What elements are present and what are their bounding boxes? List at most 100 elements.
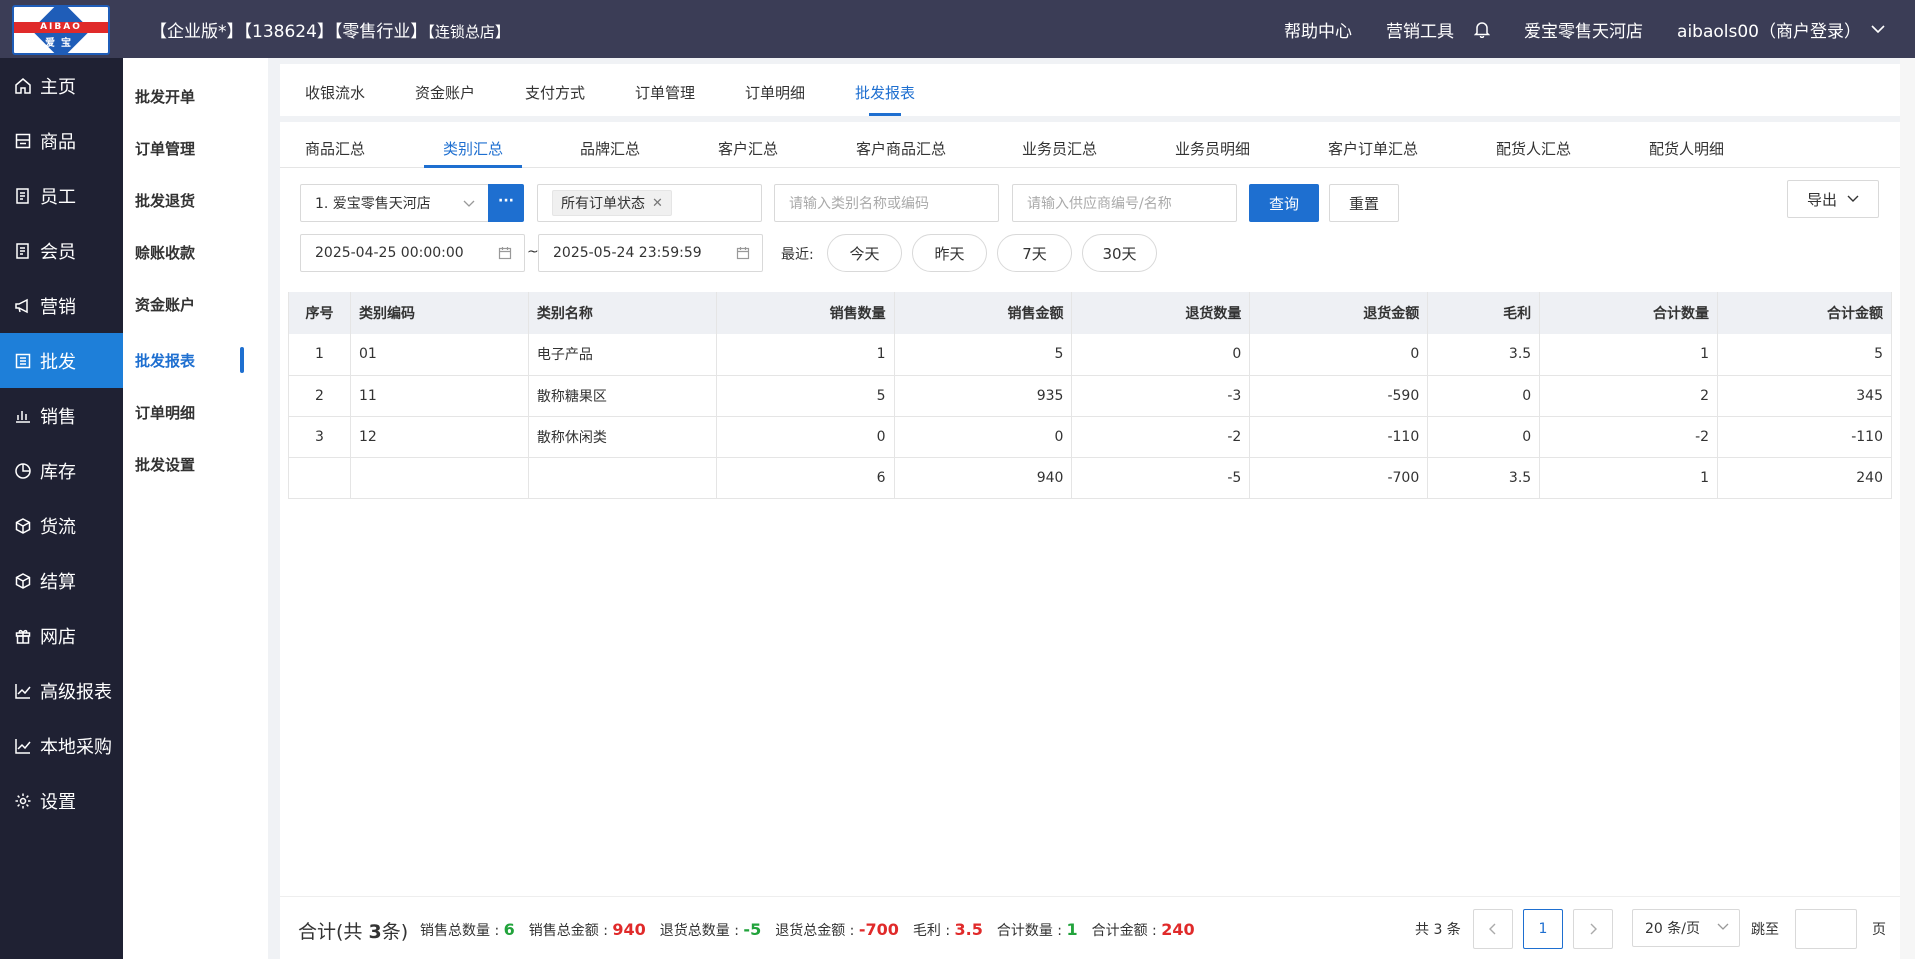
quick-yesterday-button[interactable]: 昨天	[912, 234, 987, 272]
page-size-select[interactable]: 20 条/页	[1632, 909, 1740, 947]
subnav-item-wholesale-return[interactable]: 批发退货	[135, 190, 195, 211]
cell-return-amount: -700	[1249, 457, 1429, 499]
nav-item-settings[interactable]: 设置	[0, 773, 123, 828]
nav-item-member[interactable]: 会员	[0, 223, 123, 278]
order-status-select[interactable]: 所有订单状态 ✕	[537, 184, 762, 222]
subnav-item-fund-account[interactable]: 资金账户	[135, 294, 195, 315]
table-row[interactable]: 2 11 散称糖果区 5 935 -3 -590 0 2 345	[288, 375, 1892, 417]
subnav-item-wholesale-settings[interactable]: 批发设置	[135, 454, 195, 475]
cell-total-amount: 240	[1717, 457, 1892, 499]
nav-item-product[interactable]: 商品	[0, 113, 123, 168]
nav-item-settlement[interactable]: 结算	[0, 553, 123, 608]
tab-fund-account[interactable]: 资金账户	[415, 82, 475, 103]
nav-item-logistics[interactable]: 货流	[0, 498, 123, 553]
pager-next-button[interactable]	[1573, 909, 1613, 949]
cell-category-name: 散称休闲类	[528, 416, 717, 458]
nav-item-wholesale[interactable]: 批发	[0, 333, 123, 388]
nav-item-label: 网店	[40, 626, 76, 648]
store-select-value: 1. 爱宝零售天河店	[315, 196, 431, 212]
summary-value: -5	[743, 920, 762, 939]
pager-prev-button[interactable]	[1473, 909, 1513, 949]
help-center-link[interactable]: 帮助中心	[1284, 17, 1352, 42]
nav-item-staff[interactable]: 员工	[0, 168, 123, 223]
category-search-placeholder: 请输入类别名称或编码	[789, 196, 929, 212]
cell-index: 2	[288, 375, 351, 417]
tab-salesman-detail[interactable]: 业务员明细	[1175, 138, 1250, 159]
cell-return-amount: -590	[1249, 375, 1429, 417]
tab-order-manage[interactable]: 订单管理	[635, 82, 695, 103]
end-date-input[interactable]: 2025-05-24 23:59:59	[538, 234, 763, 272]
export-button[interactable]: 导出	[1787, 180, 1879, 218]
tab-cash-flow[interactable]: 收银流水	[305, 82, 365, 103]
cell-sales-amount: 940	[894, 457, 1073, 499]
store-picker-button[interactable]: ···	[488, 184, 524, 222]
status-tag-label: 所有订单状态	[561, 196, 645, 212]
tab-customer-summary[interactable]: 客户汇总	[718, 138, 778, 159]
staff-icon	[14, 187, 32, 205]
tab-wholesale-report[interactable]: 批发报表	[855, 82, 915, 103]
col-header-total-qty[interactable]: 合计数量	[1539, 292, 1719, 334]
col-header-return-qty[interactable]: 退货数量	[1071, 292, 1251, 334]
pager-jump-input[interactable]	[1795, 909, 1857, 949]
export-label: 导出	[1806, 190, 1837, 209]
quick-7days-button[interactable]: 7天	[997, 234, 1072, 272]
nav-item-advanced-reports[interactable]: 高级报表	[0, 663, 123, 718]
top-header: AIBAO 爱宝 【企业版*】【138624】【零售行业】【连锁总店】 帮助中心…	[0, 0, 1915, 58]
tab-active-underline	[869, 113, 901, 116]
tab-picker-summary[interactable]: 配货人汇总	[1496, 138, 1571, 159]
query-button[interactable]: 查询	[1249, 184, 1319, 222]
subnav-item-order-detail[interactable]: 订单明细	[135, 402, 195, 423]
subnav-item-wholesale-report[interactable]: 批发报表	[135, 350, 195, 371]
quick-30days-button[interactable]: 30天	[1082, 234, 1157, 272]
nav-item-webstore[interactable]: 网店	[0, 608, 123, 663]
col-header-sales-amount[interactable]: 销售金额	[894, 292, 1073, 334]
reset-button[interactable]: 重置	[1329, 184, 1399, 222]
supplier-search-input[interactable]: 请输入供应商编号/名称	[1012, 184, 1237, 222]
col-header-gross-profit[interactable]: 毛利	[1427, 292, 1541, 334]
tab-customer-product-summary[interactable]: 客户商品汇总	[856, 138, 946, 159]
tab-order-detail[interactable]: 订单明细	[745, 82, 805, 103]
user-menu[interactable]: aibaols00（商户登录）	[1677, 17, 1885, 42]
nav-item-label: 货流	[40, 516, 76, 538]
tab-product-summary[interactable]: 商品汇总	[305, 138, 365, 159]
page-scrollbar[interactable]	[1900, 58, 1915, 959]
subnav-item-order-manage[interactable]: 订单管理	[135, 138, 195, 159]
subnav-item-wholesale-order[interactable]: 批发开单	[135, 86, 195, 107]
summary-suffix: 条)	[381, 921, 409, 943]
cell-category-code: 12	[350, 416, 529, 458]
start-date-input[interactable]: 2025-04-25 00:00:00	[300, 234, 525, 272]
aibao-logo[interactable]: AIBAO 爱宝	[12, 5, 110, 55]
tab-category-summary[interactable]: 类别汇总	[443, 138, 503, 159]
quick-today-button[interactable]: 今天	[827, 234, 902, 272]
marketing-tools-link[interactable]: 营销工具	[1386, 17, 1454, 42]
pager-page-button[interactable]: 1	[1523, 909, 1563, 949]
nav-item-sales[interactable]: 销售	[0, 388, 123, 443]
cell-sales-amount: 5	[894, 334, 1073, 376]
nav-item-marketing[interactable]: 营销	[0, 278, 123, 333]
tab-brand-summary[interactable]: 品牌汇总	[580, 138, 640, 159]
table-row[interactable]: 1 01 电子产品 1 5 0 0 3.5 1 5	[288, 334, 1892, 376]
tab-salesman-summary[interactable]: 业务员汇总	[1022, 138, 1097, 159]
cell-total-qty: 1	[1539, 334, 1719, 376]
cell-sales-qty: 5	[716, 375, 895, 417]
tab-payment-method[interactable]: 支付方式	[525, 82, 585, 103]
tab-customer-order-summary[interactable]: 客户订单汇总	[1328, 138, 1418, 159]
col-header-total-amount[interactable]: 合计金额	[1717, 292, 1892, 334]
cell-return-amount: 0	[1249, 334, 1429, 376]
col-header-sales-qty[interactable]: 销售数量	[716, 292, 895, 334]
store-select[interactable]: 1. 爱宝零售天河店	[300, 184, 489, 222]
nav-item-home[interactable]: 主页	[0, 58, 123, 113]
category-search-input[interactable]: 请输入类别名称或编码	[774, 184, 999, 222]
bell-icon[interactable]	[1473, 20, 1491, 39]
table-row[interactable]: 3 12 散称休闲类 0 0 -2 -110 0 -2 -110	[288, 416, 1892, 458]
col-header-return-amount[interactable]: 退货金额	[1249, 292, 1429, 334]
tab-picker-detail[interactable]: 配货人明细	[1649, 138, 1724, 159]
nav-item-inventory[interactable]: 库存	[0, 443, 123, 498]
nav-item-local-purchase[interactable]: 本地采购	[0, 718, 123, 773]
close-icon[interactable]: ✕	[652, 196, 663, 211]
tab-active-underline	[424, 165, 522, 168]
store-switch[interactable]: 爱宝零售天河店	[1524, 17, 1643, 42]
nav-item-label: 结算	[40, 571, 76, 593]
subnav-item-credit-collect[interactable]: 赊账收款	[135, 242, 195, 263]
nav-item-label: 营销	[40, 296, 76, 318]
